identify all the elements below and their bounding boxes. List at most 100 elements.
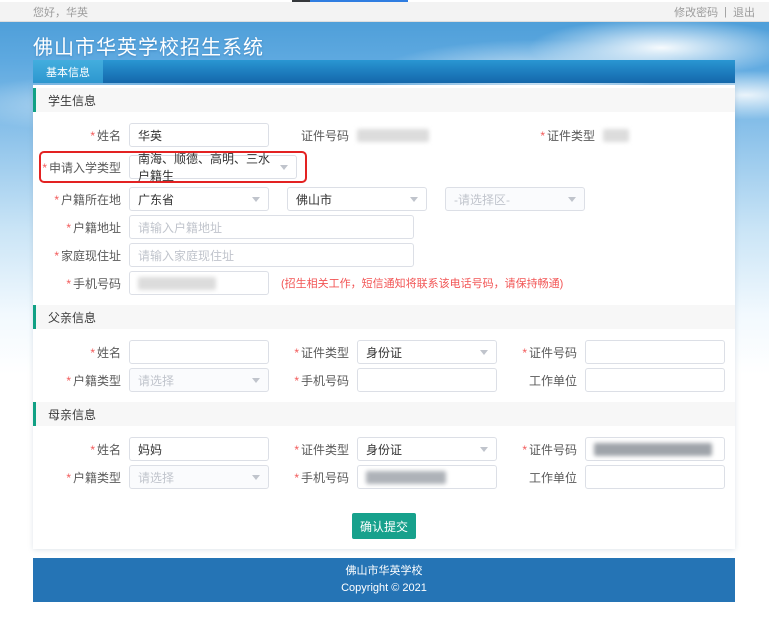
father-phone-cell: *手机号码 [279,368,497,392]
student-id-number-label: 证件号码 [279,127,349,144]
tab-bar: 基本信息 [33,60,735,83]
page-title: 佛山市华英学校招生系统 [33,31,264,60]
father-employer-cell: 工作单位 [507,368,725,392]
mother-residence-type-select[interactable]: 请选择 [129,465,269,489]
red-annotation-box: *申请入学类型 南海、顺德、高明、三水户籍生 [39,151,307,183]
district-select[interactable]: -请选择区- [445,187,585,211]
form-panel: 学生信息 *姓名 华英 证件号码 *证件类型 *申请入学类型 南海、顺德、高明、… [33,85,735,549]
required-marker: * [540,129,545,143]
student-name-input[interactable]: 华英 [129,123,269,147]
father-id-type-label: *证件类型 [279,344,349,361]
phone-note-text: (招生相关工作，短信通知将联系该电话号码，请保持畅通) [281,275,563,291]
required-marker: * [294,471,299,485]
student-phone-label: *手机号码 [33,275,121,292]
student-row-residence: *户籍所在地 广东省 佛山市 -请选择区- [33,187,727,211]
required-marker: * [522,346,527,360]
required-marker: * [90,129,95,143]
student-id-number-redacted-value [357,129,429,142]
chevron-down-icon [568,197,576,202]
father-residence-type-cell: *户籍类型 请选择 [33,368,269,392]
father-id-number-input[interactable] [585,340,725,364]
logout-link[interactable]: 退出 [733,4,755,20]
father-employer-label: 工作单位 [507,372,577,389]
father-id-type-select[interactable]: 身份证 [357,340,497,364]
mother-residence-type-placeholder: 请选择 [138,469,174,486]
father-id-type-cell: *证件类型 身份证 [279,340,497,364]
father-name-cell: *姓名 [33,340,269,364]
enroll-type-value: 南海、顺德、高明、三水户籍生 [138,150,274,184]
submit-button[interactable]: 确认提交 [352,513,416,539]
mother-id-type-select[interactable]: 身份证 [357,437,497,461]
residence-address-label: *户籍地址 [33,219,121,236]
father-row-2: *户籍类型 请选择 *手机号码 工作单位 [33,368,727,392]
province-value: 广东省 [138,191,174,208]
required-marker: * [294,443,299,457]
father-residence-type-label: *户籍类型 [33,372,121,389]
greeting-text: 您好，华英 [33,4,88,20]
province-select[interactable]: 广东省 [129,187,269,211]
required-marker: * [54,193,59,207]
home-address-label: *家庭现住址 [33,247,121,264]
home-address-input[interactable]: 请输入家庭现住址 [129,243,414,267]
mother-employer-input[interactable] [585,465,725,489]
student-name-label: *姓名 [33,127,121,144]
father-residence-type-select[interactable]: 请选择 [129,368,269,392]
mother-id-type-value: 身份证 [366,441,402,458]
city-select[interactable]: 佛山市 [287,187,427,211]
required-marker: * [90,443,95,457]
mother-id-number-input[interactable] [585,437,725,461]
father-id-number-cell: *证件号码 [507,340,725,364]
enroll-type-select[interactable]: 南海、顺德、高明、三水户籍生 [129,155,297,179]
district-placeholder: -请选择区- [454,191,510,208]
change-password-link[interactable]: 修改密码 [674,4,718,20]
student-id-type-cell: *证件类型 [525,127,629,144]
student-phone-input[interactable] [129,271,269,295]
student-phone-redacted-value [138,277,216,290]
father-residence-type-placeholder: 请选择 [138,372,174,389]
father-employer-input[interactable] [585,368,725,392]
chevron-down-icon [252,378,260,383]
mother-residence-type-label: *户籍类型 [33,469,121,486]
mother-name-cell: *姓名 妈妈 [33,437,269,461]
mother-phone-cell: *手机号码 [279,465,497,489]
required-marker: * [66,374,71,388]
footer-copyright: Copyright © 2021 [341,580,427,597]
father-name-label: *姓名 [33,344,121,361]
father-phone-label: *手机号码 [279,372,349,389]
required-marker: * [54,249,59,263]
mother-id-number-label: *证件号码 [507,441,577,458]
footer-school-name: 佛山市华英学校 [346,563,423,580]
father-phone-input[interactable] [357,368,497,392]
required-marker: * [294,374,299,388]
mother-name-input[interactable]: 妈妈 [129,437,269,461]
father-id-number-label: *证件号码 [507,344,577,361]
father-id-type-value: 身份证 [366,344,402,361]
required-marker: * [42,161,47,175]
residence-label: *户籍所在地 [33,191,121,208]
student-row-residence-address: *户籍地址 请输入户籍地址 [33,215,727,239]
residence-address-input[interactable]: 请输入户籍地址 [129,215,414,239]
section-title: 学生信息 [48,92,96,109]
chevron-down-icon [410,197,418,202]
required-marker: * [66,277,71,291]
student-name-value: 华英 [138,127,162,144]
student-row-home-address: *家庭现住址 请输入家庭现住址 [33,243,727,267]
mother-row-1: *姓名 妈妈 *证件类型 身份证 *证件号码 [33,437,727,461]
required-marker: * [66,471,71,485]
topbar-divider: | [724,6,727,18]
section-header-student: 学生信息 [33,88,735,112]
student-name-cell: *姓名 华英 [33,123,269,147]
student-id-type-label: *证件类型 [525,127,595,144]
chevron-down-icon [252,197,260,202]
required-marker: * [90,346,95,360]
student-row-identity: *姓名 华英 证件号码 *证件类型 [33,123,727,147]
mother-id-type-cell: *证件类型 身份证 [279,437,497,461]
mother-id-type-label: *证件类型 [279,441,349,458]
chevron-down-icon [480,447,488,452]
residence-address-placeholder: 请输入户籍地址 [138,219,222,236]
father-name-input[interactable] [129,340,269,364]
mother-phone-input[interactable] [357,465,497,489]
required-marker: * [294,346,299,360]
chevron-down-icon [280,165,288,170]
tab-basic-info[interactable]: 基本信息 [33,60,103,83]
